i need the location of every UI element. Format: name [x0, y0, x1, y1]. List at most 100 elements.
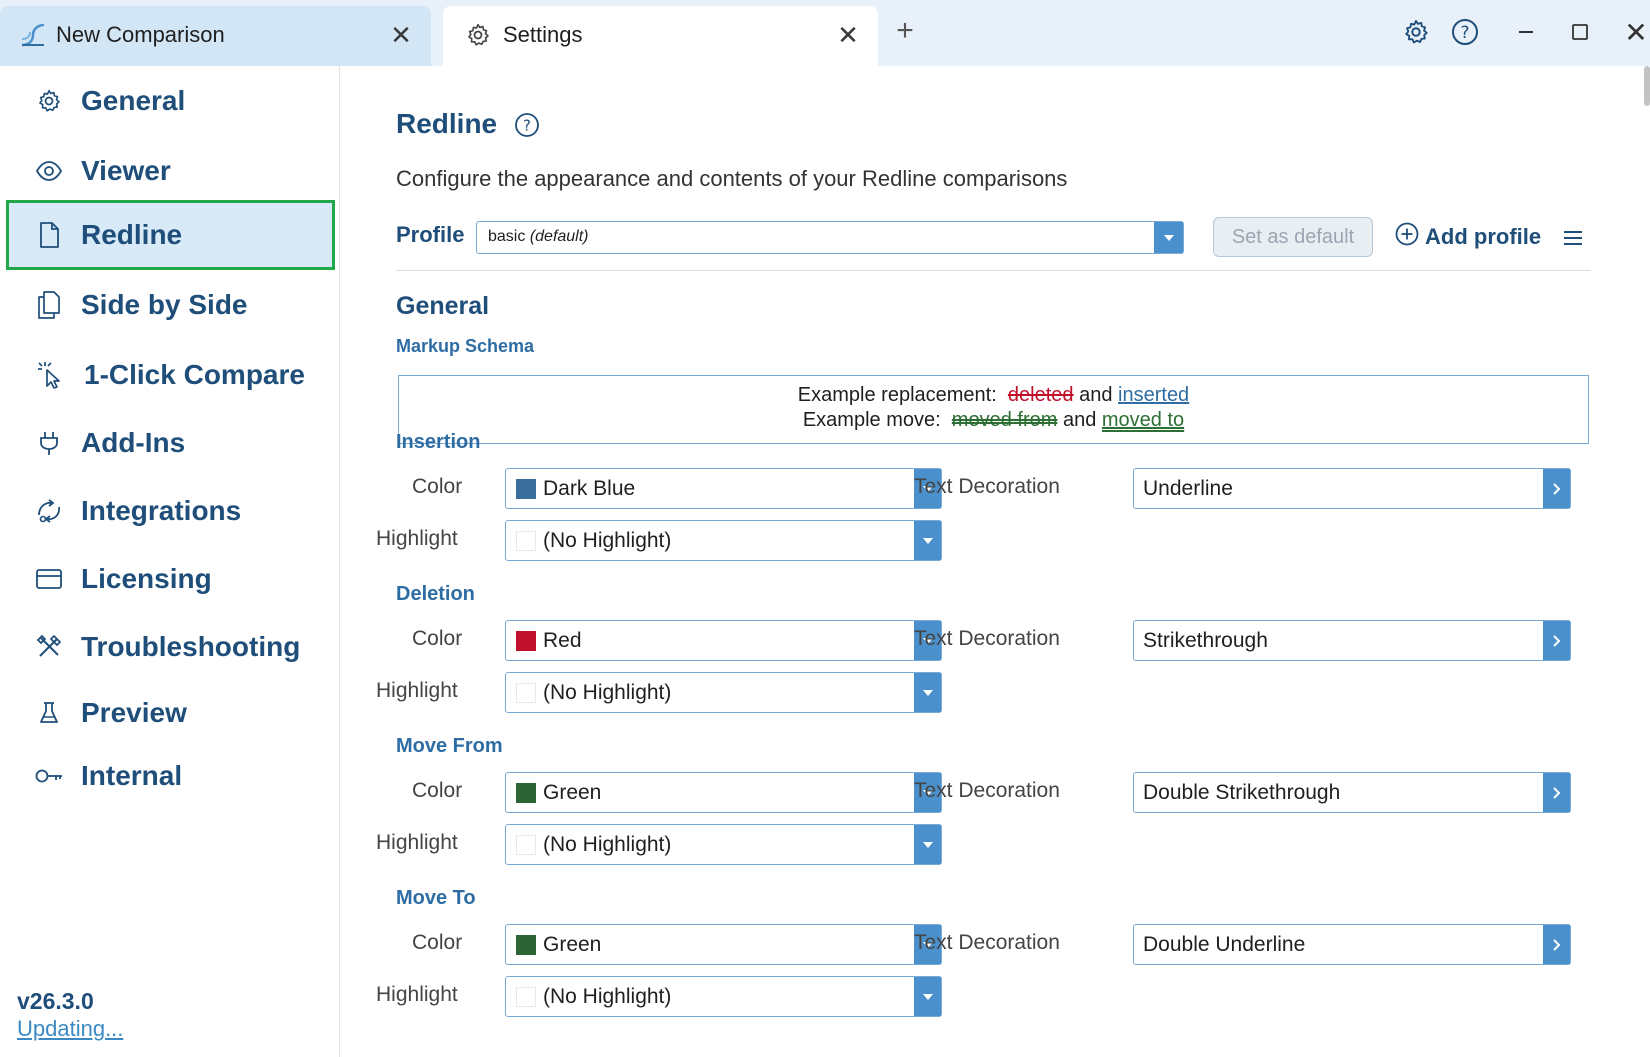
highlight-swatch [516, 683, 536, 703]
set-as-default-button[interactable]: Set as default [1213, 217, 1373, 257]
color-swatch [516, 631, 536, 651]
example-inserted: inserted [1118, 384, 1190, 406]
card-icon [34, 564, 64, 594]
highlight-label: Highlight [376, 679, 458, 702]
sidebar-item-integrations[interactable]: Integrations [6, 476, 335, 546]
document-icon [34, 220, 64, 250]
move-to-text-decoration-select[interactable]: Double Underline [1133, 924, 1571, 965]
example-move-line: Example move: moved from and moved to [802, 409, 1185, 431]
svg-text:?: ? [1460, 23, 1469, 43]
move-from-color-dropdown[interactable]: Green [505, 772, 942, 813]
sidebar-item-add-ins[interactable]: Add-Ins [6, 408, 335, 478]
deletion-text-decoration-select[interactable]: Strikethrough [1133, 620, 1571, 661]
group-title-insertion: Insertion [396, 431, 481, 453]
color-value: Red [543, 629, 582, 652]
group-title-move-from: Move From [396, 735, 503, 757]
minimize-icon[interactable] [1508, 14, 1544, 50]
section-title-general: General [396, 292, 490, 320]
help-icon[interactable]: ? [514, 112, 540, 138]
chevron-right-icon [1543, 621, 1570, 660]
gear-icon[interactable] [1398, 14, 1434, 50]
color-value: Dark Blue [543, 477, 636, 500]
plus-icon[interactable]: + [888, 14, 922, 48]
sidebar-item-side-by-side[interactable]: Side by Side [6, 270, 335, 340]
color-label: Color [412, 627, 463, 650]
chevron-down-icon [914, 825, 941, 864]
tab-new-comparison[interactable]: New Comparison ✕ [0, 6, 431, 66]
color-value: Green [543, 933, 602, 956]
menu-icon[interactable] [1559, 224, 1587, 252]
move-from-text-decoration-select[interactable]: Double Strikethrough [1133, 772, 1571, 813]
insertion-highlight-dropdown[interactable]: (No Highlight) [505, 520, 942, 561]
deletion-highlight-dropdown[interactable]: (No Highlight) [505, 672, 942, 713]
chevron-down-icon [914, 521, 941, 560]
decoration-value: Double Underline [1143, 933, 1306, 956]
sidebar-item-1-click-compare[interactable]: 1-Click Compare [6, 340, 335, 410]
sidebar-item-viewer[interactable]: Viewer [6, 136, 335, 206]
insertion-text-decoration-select[interactable]: Underline [1133, 468, 1571, 509]
sidebar-item-label: General [81, 85, 186, 116]
tab-settings[interactable]: Settings ✕ [443, 6, 878, 66]
highlight-value: (No Highlight) [543, 681, 672, 704]
sidebar-item-label: Internal [81, 760, 183, 791]
insertion-color-dropdown[interactable]: Dark Blue [505, 468, 942, 509]
sidebar-item-redline[interactable]: Redline [6, 200, 335, 270]
sidebar-item-label: Redline [81, 219, 183, 250]
sidebar-item-label: Integrations [81, 495, 242, 526]
scrollbar[interactable] [1644, 66, 1650, 1057]
divider [396, 270, 1591, 271]
markup-example-box: Example replacement: deleted and inserte… [398, 375, 1589, 444]
color-label: Color [412, 931, 463, 954]
chevron-down-icon [914, 977, 941, 1016]
color-swatch [516, 783, 536, 803]
highlight-label: Highlight [376, 983, 458, 1006]
group-title-deletion: Deletion [396, 583, 475, 605]
close-icon[interactable]: ✕ [832, 19, 864, 51]
example-moved-from: moved from [951, 409, 1058, 431]
add-profile-label: Add profile [1425, 224, 1542, 249]
window-close-icon[interactable]: ✕ [1618, 14, 1650, 50]
sidebar-item-troubleshooting[interactable]: Troubleshooting [6, 612, 335, 682]
help-icon[interactable]: ? [1447, 14, 1483, 50]
eye-icon [34, 156, 64, 186]
highlight-value: (No Highlight) [543, 985, 672, 1008]
decoration-value: Underline [1143, 477, 1233, 500]
move-from-highlight-dropdown[interactable]: (No Highlight) [505, 824, 942, 865]
highlight-label: Highlight [376, 831, 458, 854]
deletion-color-dropdown[interactable]: Red [505, 620, 942, 661]
sidebar-item-label: Licensing [81, 563, 212, 594]
highlight-swatch [516, 835, 536, 855]
documents-icon [34, 290, 64, 320]
markup-schema-title: Markup Schema [396, 336, 535, 356]
page-title: Redline [396, 108, 498, 139]
key-icon [34, 761, 64, 791]
highlight-value: (No Highlight) [543, 529, 672, 552]
sidebar-item-label: 1-Click Compare [84, 359, 305, 390]
group-title-move-to: Move To [396, 887, 476, 909]
color-swatch [516, 479, 536, 499]
sidebar-item-general[interactable]: General [6, 66, 335, 136]
example-deleted: deleted [1007, 384, 1074, 406]
sidebar-item-preview[interactable]: Preview [6, 678, 335, 748]
text-decoration-label: Text Decoration [914, 627, 1060, 650]
sidebar-item-internal[interactable]: Internal [6, 741, 335, 811]
move-to-color-dropdown[interactable]: Green [505, 924, 942, 965]
add-profile-button[interactable]: Add profile [1395, 221, 1541, 253]
updating-link[interactable]: Updating... [17, 1016, 123, 1042]
close-icon[interactable]: ✕ [385, 19, 417, 51]
flask-icon [34, 698, 64, 728]
text-decoration-label: Text Decoration [914, 931, 1060, 954]
sidebar-item-licensing[interactable]: Licensing [6, 544, 335, 614]
tools-icon [34, 632, 64, 662]
gear-icon [34, 86, 64, 116]
text-decoration-label: Text Decoration [914, 475, 1060, 498]
color-value: Green [543, 781, 602, 804]
maximize-icon[interactable] [1562, 14, 1598, 50]
chevron-right-icon [1543, 773, 1570, 812]
sidebar-item-label: Preview [81, 697, 187, 728]
profile-dropdown[interactable]: basic (default) [476, 221, 1184, 254]
move-to-highlight-dropdown[interactable]: (No Highlight) [505, 976, 942, 1017]
highlight-swatch [516, 987, 536, 1007]
gear-icon [463, 20, 493, 50]
chevron-right-icon [1543, 469, 1570, 508]
